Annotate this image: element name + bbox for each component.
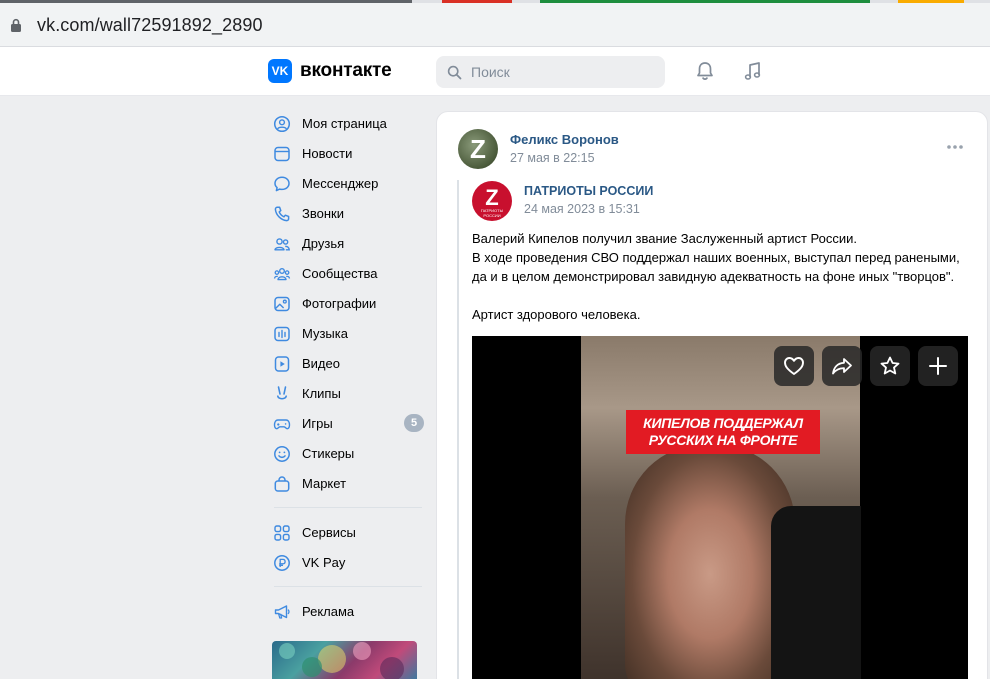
- music-icon: [274, 326, 290, 342]
- gamepad-icon: [273, 419, 291, 430]
- plus-icon: [929, 357, 947, 375]
- communities-icon: [273, 268, 291, 281]
- music-note-icon[interactable]: [742, 60, 764, 82]
- sidebar-item-label: Стикеры: [302, 446, 355, 461]
- add-video-button[interactable]: [918, 346, 958, 386]
- sidebar-item-label: Звонки: [302, 206, 344, 221]
- sidebar-item-label: Видео: [302, 356, 340, 371]
- sticker-icon: [274, 446, 290, 462]
- post-text-line: В ходе проведения СВО поддержал наших во…: [472, 250, 960, 265]
- market-icon: [274, 476, 290, 492]
- sidebar-item-clips[interactable]: Клипы: [270, 378, 430, 408]
- post-text-line: да и в целом демонстрировал завидную аде…: [472, 269, 955, 284]
- sidebar-item-messenger[interactable]: Мессенджер: [270, 168, 430, 198]
- address-bar[interactable]: vk.com/wall72591892_2890: [0, 3, 990, 47]
- video-icon: [274, 356, 290, 372]
- clips-icon: [277, 386, 287, 400]
- post-date[interactable]: 27 мая в 22:15: [510, 151, 595, 165]
- lock-icon: [11, 18, 21, 32]
- sidebar-item-stickers[interactable]: Стикеры: [270, 438, 430, 468]
- sidebar-item-market[interactable]: Маркет: [270, 468, 430, 498]
- ad-artwork-image: [279, 642, 404, 679]
- repost-indicator-line: [457, 180, 459, 679]
- video-frame-image: [581, 336, 861, 679]
- sidebar-item-label: Сервисы: [302, 525, 356, 540]
- more-options-icon[interactable]: [946, 143, 964, 151]
- friends-icon: [274, 238, 290, 251]
- games-count-badge: 5: [404, 414, 424, 432]
- sidebar-item-label: Фотографии: [302, 296, 377, 311]
- heart-icon: [784, 357, 804, 375]
- video-person-image: [625, 444, 795, 679]
- sidebar-item-label: Новости: [302, 146, 353, 161]
- video-caption-line: КИПЕЛОВ ПОДДЕРЖАЛ: [643, 415, 803, 431]
- sidebar-item-vkpay[interactable]: VK Pay: [270, 547, 430, 577]
- sidebar-item-video[interactable]: Видео: [270, 348, 430, 378]
- sidebar-item-label: Музыка: [302, 326, 348, 341]
- sidebar-item-label: VK Pay: [302, 555, 346, 570]
- sidebar-item-label: Маркет: [302, 476, 347, 491]
- share-icon: [832, 358, 852, 375]
- post-text-line: Артист здорового человека.: [472, 307, 641, 322]
- vk-logo[interactable]: VK: [268, 59, 292, 83]
- sidebar-item-friends[interactable]: Друзья: [270, 228, 430, 258]
- phone-icon: [274, 206, 290, 222]
- url-text[interactable]: vk.com/wall72591892_2890: [37, 15, 263, 36]
- video-player[interactable]: КИПЕЛОВ ПОДДЕРЖАЛ РУССКИХ НА ФРОНТЕ: [472, 336, 968, 679]
- video-caption-banner: КИПЕЛОВ ПОДДЕРЖАЛ РУССКИХ НА ФРОНТЕ: [626, 410, 820, 454]
- sidebar-item-games[interactable]: Игры 5: [270, 408, 430, 438]
- vk-header: VK вконтакте Поиск: [0, 47, 990, 96]
- video-caption-line: РУССКИХ НА ФРОНТЕ: [648, 432, 798, 448]
- author-avatar[interactable]: Z: [458, 129, 498, 169]
- bell-icon[interactable]: [694, 60, 716, 82]
- share-video-button[interactable]: [822, 346, 862, 386]
- sidebar-item-label: Сообщества: [302, 266, 378, 281]
- photo-icon: [274, 296, 290, 312]
- like-video-button[interactable]: [774, 346, 814, 386]
- video-background-jacket: [771, 506, 861, 679]
- wall-post: Z Феликс Воронов 27 мая в 22:15 Z ПАТРИО…: [436, 111, 988, 679]
- sidebar-item-calls[interactable]: Звонки: [270, 198, 430, 228]
- megaphone-icon: [274, 605, 290, 619]
- message-icon: [274, 176, 290, 192]
- user-circle-icon: [273, 115, 291, 133]
- sidebar-item-label: Друзья: [302, 236, 345, 251]
- sidebar-item-label: Мессенджер: [302, 176, 379, 191]
- sidebar-ad-image[interactable]: [272, 641, 417, 679]
- sidebar-item-news[interactable]: Новости: [270, 138, 430, 168]
- sidebar-item-label: Клипы: [302, 386, 341, 401]
- sidebar-item-label: Реклама: [302, 604, 355, 619]
- sidebar-item-ads[interactable]: Реклама: [270, 596, 430, 626]
- group-avatar[interactable]: Z ПАТРИОТЫ РОССИИ: [472, 181, 512, 221]
- author-avatar-letter: Z: [470, 134, 486, 164]
- sidebar-item-communities[interactable]: Сообщества: [270, 258, 430, 288]
- sidebar-item-label: Игры: [302, 416, 333, 431]
- repost-date[interactable]: 24 мая 2023 в 15:31: [524, 202, 640, 216]
- sidebar-item-music[interactable]: Музыка: [270, 318, 430, 348]
- post-text-line: Валерий Кипелов получил звание Заслуженн…: [472, 231, 858, 246]
- search-icon: [447, 65, 462, 80]
- search-input[interactable]: Поиск: [436, 56, 665, 88]
- search-placeholder: Поиск: [471, 64, 510, 80]
- star-icon: [880, 356, 900, 375]
- services-icon: [274, 525, 290, 541]
- sidebar-item-label: Моя страница: [302, 116, 387, 131]
- vk-wordmark[interactable]: вконтакте: [300, 60, 392, 82]
- news-icon: [274, 146, 290, 162]
- sidebar-item-my-page[interactable]: Моя страница: [270, 108, 430, 138]
- sidebar-item-photos[interactable]: Фотографии: [270, 288, 430, 318]
- group-avatar-caption: ПАТРИОТЫ РОССИИ: [480, 208, 504, 218]
- group-name-link[interactable]: ПАТРИОТЫ РОССИИ: [524, 184, 653, 198]
- sidebar-item-services[interactable]: Сервисы: [270, 517, 430, 547]
- author-name-link[interactable]: Феликс Воронов: [510, 132, 619, 147]
- vkpay-icon: [274, 555, 290, 571]
- favorite-video-button[interactable]: [870, 346, 910, 386]
- sidebar-divider: [274, 507, 422, 508]
- sidebar-divider: [274, 586, 422, 587]
